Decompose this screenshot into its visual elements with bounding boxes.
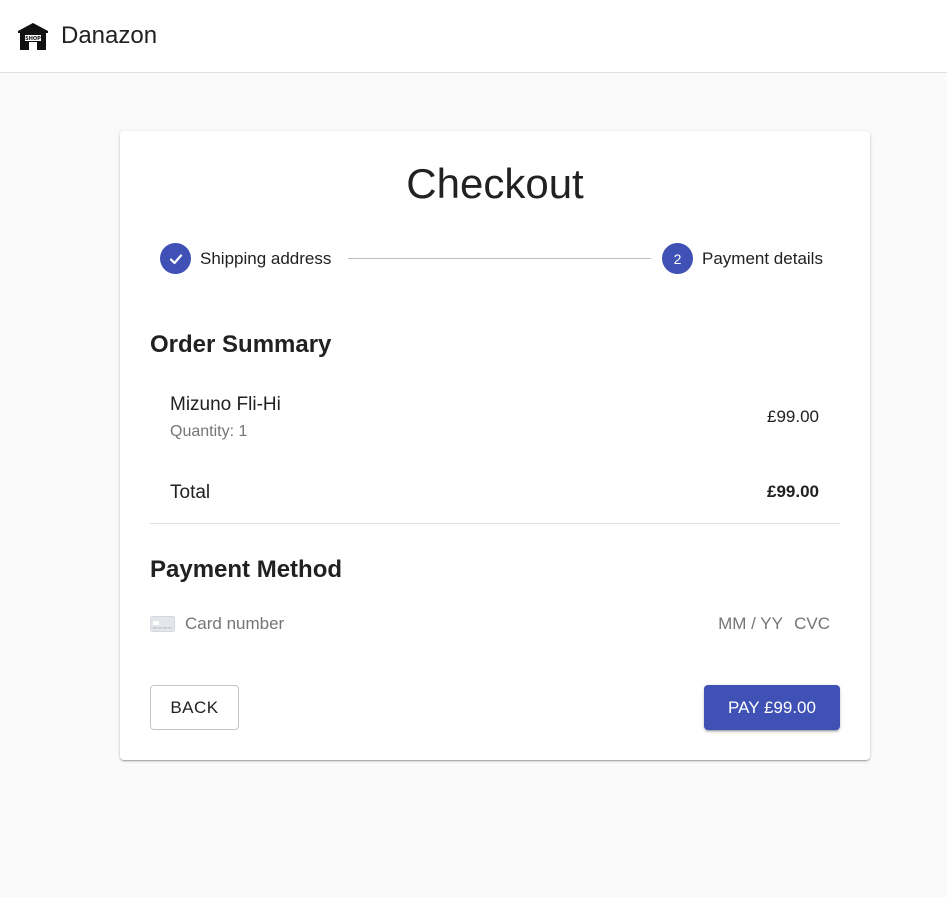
checkout-stepper: Shipping address 2 Payment details	[160, 243, 840, 275]
step-completed-check-icon	[160, 243, 191, 274]
item-name: Mizuno Fli-Hi	[170, 394, 281, 415]
divider	[150, 523, 840, 524]
card-number-input[interactable]: Card number	[185, 614, 284, 634]
order-summary-heading: Order Summary	[150, 331, 332, 358]
checkout-card	[120, 131, 870, 760]
svg-text:SHOP: SHOP	[25, 36, 41, 42]
brand-name[interactable]: Danazon	[61, 22, 157, 50]
pay-button[interactable]: PAY £99.00	[704, 685, 840, 730]
step-label-shipping-address: Shipping address	[200, 249, 332, 268]
store-icon[interactable]: SHOP	[16, 19, 50, 53]
app-bar: SHOP Danazon	[0, 0, 947, 73]
item-quantity: Quantity: 1	[170, 423, 248, 440]
credit-card-icon	[150, 616, 175, 632]
step-number-icon: 2	[662, 243, 693, 274]
card-input-field[interactable]: Card number MM / YY CVC	[150, 612, 830, 636]
page-title: Checkout	[406, 160, 584, 207]
total-value: £99.00	[767, 482, 819, 501]
payment-method-heading: Payment Method	[150, 556, 343, 583]
item-price: £99.00	[767, 407, 819, 426]
back-button[interactable]: BACK	[150, 685, 239, 730]
total-label: Total	[170, 482, 211, 503]
cvc-input[interactable]: CVC	[794, 614, 830, 634]
expiry-input[interactable]: MM / YY	[718, 614, 783, 634]
step-connector	[348, 258, 651, 259]
step-label-payment-details: Payment details	[702, 249, 823, 268]
